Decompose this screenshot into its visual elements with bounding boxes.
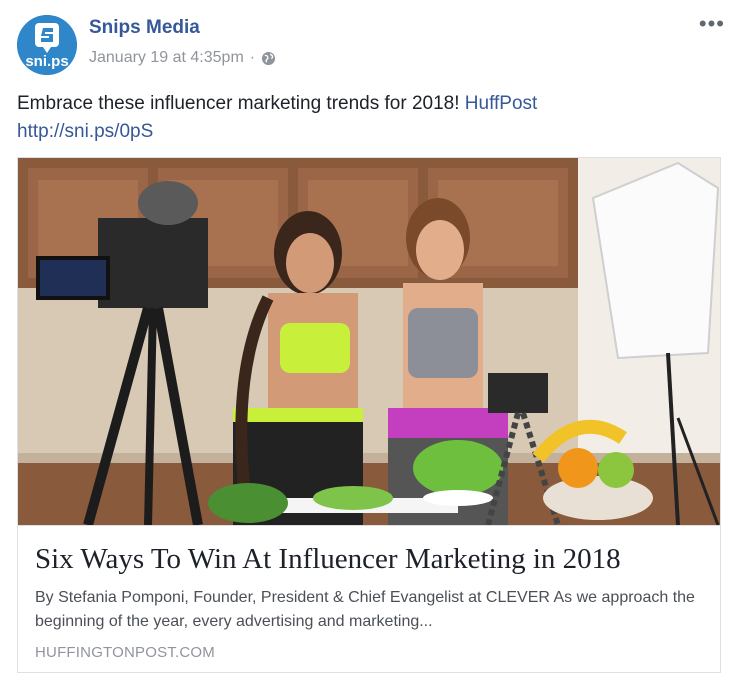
link-description: By Stefania Pomponi, Founder, President … xyxy=(35,589,695,630)
avatar-text: sni.ps xyxy=(25,53,69,70)
huffpost-link[interactable]: HuffPost xyxy=(465,93,538,114)
post-timestamp[interactable]: January 19 at 4:35pm xyxy=(89,49,244,67)
link-title[interactable]: Six Ways To Win At Influencer Marketing … xyxy=(35,542,704,576)
short-url-link[interactable]: http://sni.ps/0pS xyxy=(17,121,153,142)
link-preview-body[interactable]: Six Ways To Win At Influencer Marketing … xyxy=(18,525,720,672)
page-name-link[interactable]: Snips Media xyxy=(89,17,200,39)
meta-separator: · xyxy=(249,49,256,66)
link-preview-image[interactable] xyxy=(18,158,720,525)
kitchen-photo xyxy=(18,158,720,525)
link-domain: HUFFINGTONPOST.COM xyxy=(35,644,215,661)
link-preview-card[interactable]: Six Ways To Win At Influencer Marketing … xyxy=(17,157,721,673)
globe-icon[interactable] xyxy=(261,51,276,66)
post-text: Embrace these influencer marketing trend… xyxy=(17,90,717,146)
post-meta: January 19 at 4:35pm · xyxy=(89,49,276,67)
post-text-main: Embrace these influencer marketing trend… xyxy=(17,93,465,114)
page-avatar[interactable]: sni.ps xyxy=(17,15,77,75)
more-options-icon[interactable]: ••• xyxy=(699,13,725,35)
